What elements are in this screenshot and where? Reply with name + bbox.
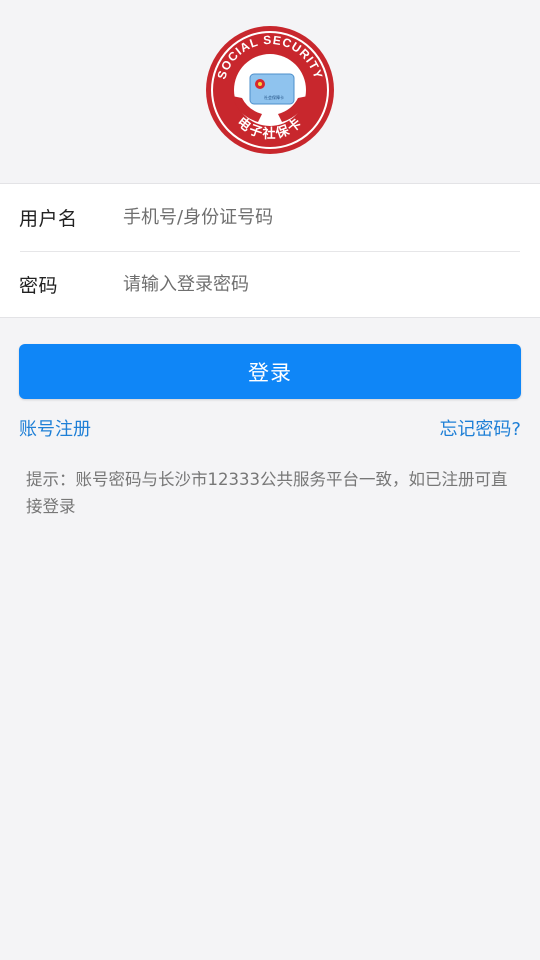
login-button[interactable]: 登录 — [19, 344, 521, 399]
login-page: SOCIAL SECURITY 社会保障卡 电子社保卡 用户名 密码 登录 账号… — [0, 0, 540, 960]
forgot-password-link[interactable]: 忘记密码? — [439, 415, 521, 441]
password-input[interactable] — [123, 264, 503, 305]
password-row: 密码 — [0, 251, 540, 318]
card-text: 社会保障卡 — [264, 94, 284, 100]
register-link[interactable]: 账号注册 — [19, 415, 91, 441]
login-form: 用户名 密码 — [0, 183, 540, 318]
username-row: 用户名 — [0, 184, 540, 251]
social-security-logo: SOCIAL SECURITY 社会保障卡 电子社保卡 — [206, 26, 334, 154]
username-label: 用户名 — [19, 208, 78, 230]
logo-area: SOCIAL SECURITY 社会保障卡 电子社保卡 — [0, 0, 540, 183]
password-label: 密码 — [19, 275, 59, 297]
login-hint: 提示：账号密码与长沙市12333公共服务平台一致，如已注册可直接登录 — [26, 470, 508, 516]
username-input[interactable] — [123, 197, 503, 238]
